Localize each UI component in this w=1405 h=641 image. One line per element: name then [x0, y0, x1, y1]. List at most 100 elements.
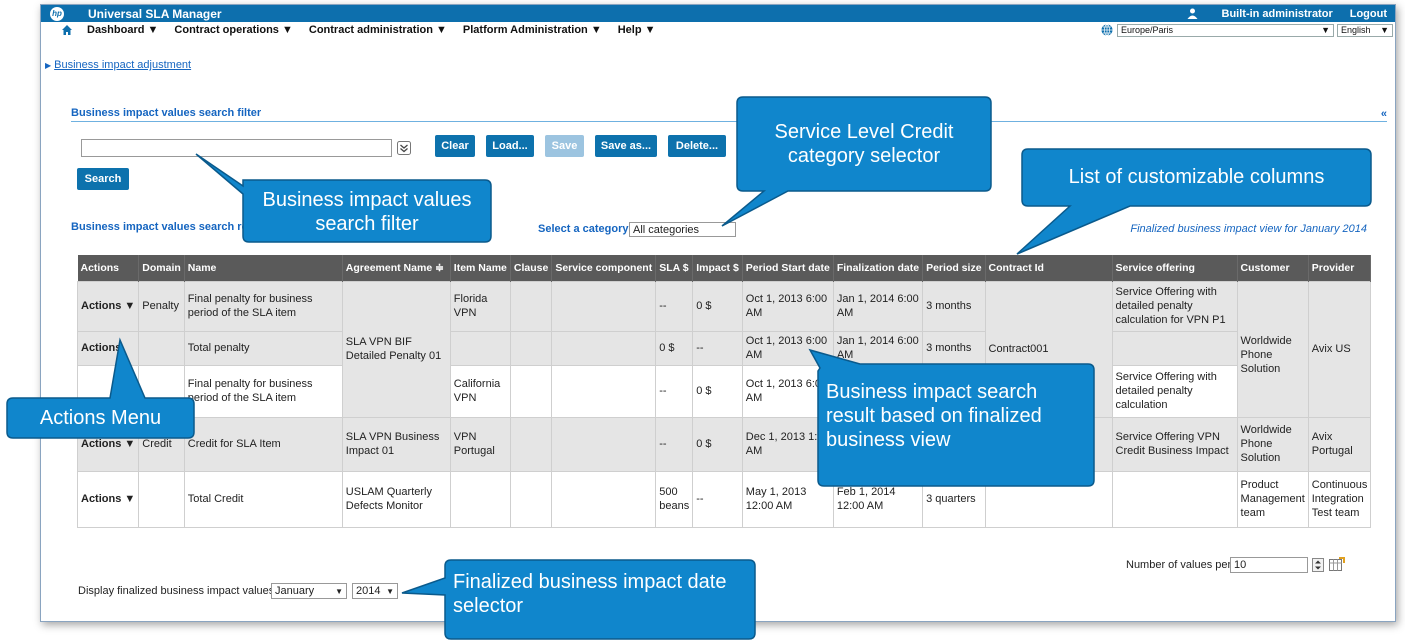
business-impact-table: Actions Domain Name Agreement Name ≑ Ite… [76, 255, 1372, 528]
display-period-label: Display finalized business impact values [78, 585, 275, 597]
col-header-actions[interactable]: Actions [77, 255, 140, 281]
callout-actions-label: Actions Menu [39, 407, 162, 429]
user-area: Built-in administrator Logout [1187, 5, 1387, 22]
menu-contract-administration[interactable]: Contract administration ▼ [309, 24, 447, 36]
col-header-sla[interactable]: SLA $ [655, 255, 694, 281]
cell-size: 3 months [922, 280, 986, 332]
month-value: January [275, 585, 315, 597]
app-window: hp Universal SLA Manager Built-in admini… [40, 4, 1396, 622]
breadcrumb: ▶ Business impact adjustment [45, 59, 191, 71]
col-header-name[interactable]: Name [184, 255, 343, 281]
language-select[interactable]: English ▼ [1337, 23, 1393, 37]
cell-agreement: SLA VPN Business Impact 01 [341, 416, 451, 472]
filter-section-title: Business impact values search filter [71, 107, 262, 119]
cell-name: Final penalty for business period of the… [183, 364, 343, 418]
col-header-service-component[interactable]: Service component [551, 255, 657, 281]
col-header-clause[interactable]: Clause [510, 255, 553, 281]
collapse-icon[interactable]: « [1381, 108, 1387, 120]
cell-customer: Worldwide Phone Solution [1236, 280, 1309, 418]
category-select[interactable]: All categories [629, 222, 736, 237]
cell-start: Dec 1, 2013 1:00 AM [741, 416, 834, 472]
callout-filter-label: Business impact values search filter [262, 189, 472, 235]
table-header-row: Actions Domain Name Agreement Name ≑ Ite… [77, 255, 1372, 281]
cell-name: Final penalty for business period of the… [183, 280, 343, 332]
cell-clause [509, 364, 553, 418]
col-header-service-offering[interactable]: Service offering [1112, 255, 1238, 281]
search-input[interactable] [81, 139, 392, 157]
callout-date-label: Finalized business impact date selector [453, 571, 727, 617]
cell-component [551, 470, 657, 528]
cell-size: 3 months [922, 330, 986, 366]
actions-menu[interactable]: Actions [76, 330, 140, 366]
callout-columns-label: List of customizable columns [1068, 166, 1325, 188]
hp-logo: hp [50, 6, 64, 21]
clear-button[interactable]: Clear [435, 135, 475, 157]
col-header-provider[interactable]: Provider [1308, 255, 1372, 281]
cell-name: Total Credit [183, 470, 343, 528]
col-header-impact[interactable]: Impact $ [692, 255, 743, 281]
cell-start: May 1, 2013 12:00 AM [741, 470, 834, 528]
col-header-customer[interactable]: Customer [1237, 255, 1309, 281]
actions-menu[interactable]: Actions ▼ [76, 470, 140, 528]
cell-agreement: SLA VPN BIF Detailed Penalty 01 [341, 280, 451, 418]
cell-impact: 0 $ [692, 364, 743, 418]
cell-sla: -- [655, 280, 694, 332]
app-title: Universal SLA Manager [88, 6, 222, 21]
table-row: Actions ▼ Penalty Final penalty for busi… [76, 280, 1372, 418]
cell-final: Feb 1, 2014 12:00 AM [832, 470, 924, 528]
cell-impact: -- [692, 470, 743, 528]
year-select[interactable]: 2014 ▼ [352, 583, 398, 599]
cell-offering: Service Offering with detailed penalty c… [1111, 364, 1238, 418]
expand-down-icon[interactable] [397, 141, 411, 155]
col-header-period-start[interactable]: Period Start date [742, 255, 834, 281]
home-icon[interactable] [61, 24, 73, 36]
cell-size: 3 quarters [922, 470, 986, 528]
col-header-domain[interactable]: Domain [138, 255, 185, 281]
month-select[interactable]: January ▼ [271, 583, 347, 599]
breadcrumb-link[interactable]: Business impact adjustment [54, 59, 191, 71]
chevron-down-icon: ▼ [386, 586, 394, 596]
cell-item: California VPN [449, 364, 511, 418]
globe-icon [1101, 24, 1113, 36]
per-page-input[interactable]: 10 [1230, 557, 1308, 573]
cell-sla: -- [655, 416, 694, 472]
menu-platform-administration[interactable]: Platform Administration ▼ [463, 24, 602, 36]
cell-final: Jan 1, 2014 6:00 AM [832, 280, 924, 332]
cell-start: Oct 1, 2013 6:00 AM [741, 330, 834, 366]
delete-button[interactable]: Delete... [668, 135, 726, 157]
timezone-select[interactable]: Europe/Paris ▼ [1117, 23, 1334, 37]
menu-contract-operations[interactable]: Contract operations ▼ [174, 24, 292, 36]
cell-name: Credit for SLA Item [183, 416, 343, 472]
cell-customer: Worldwide Phone Solution [1236, 416, 1309, 472]
col-header-item-name[interactable]: Item Name [450, 255, 511, 281]
language-value: English [1341, 25, 1371, 35]
menu-help[interactable]: Help ▼ [618, 24, 656, 36]
save-as-button[interactable]: Save as... [595, 135, 657, 157]
cell-clause [509, 330, 553, 366]
user-name[interactable]: Built-in administrator [1222, 8, 1333, 20]
chevron-down-icon: ▼ [1321, 25, 1330, 35]
cell-component [551, 280, 657, 332]
top-bar: hp Universal SLA Manager Built-in admini… [41, 5, 1395, 22]
save-button[interactable]: Save [545, 135, 584, 157]
col-header-contract-id[interactable]: Contract Id [985, 255, 1113, 281]
spinner-icon[interactable] [1312, 558, 1324, 572]
locale-area: Europe/Paris ▼ English ▼ [1101, 22, 1393, 38]
column-config-icon[interactable] [1329, 557, 1345, 573]
col-header-finalization-date[interactable]: Finalization date [833, 255, 924, 281]
cell-domain: Penalty [138, 280, 185, 332]
cell-offering: Service Offering VPN Credit Business Imp… [1111, 416, 1238, 472]
menu-dashboard[interactable]: Dashboard ▼ [87, 24, 158, 36]
logout-link[interactable]: Logout [1350, 8, 1387, 20]
triangle-right-icon: ▶ [45, 60, 52, 70]
search-button[interactable]: Search [77, 168, 129, 190]
year-value: 2014 [356, 585, 381, 597]
col-header-agreement-name[interactable]: Agreement Name ≑ [342, 255, 451, 281]
actions-menu[interactable]: Actions ▼ [76, 280, 140, 332]
col-header-period-size[interactable]: Period size [922, 255, 986, 281]
cell-impact: 0 $ [692, 280, 743, 332]
cell-contract [984, 470, 1113, 528]
table-row: Actions ▼ Credit Credit for SLA Item SLA… [76, 416, 1372, 472]
cell-offering [1111, 470, 1238, 528]
load-button[interactable]: Load... [486, 135, 534, 157]
